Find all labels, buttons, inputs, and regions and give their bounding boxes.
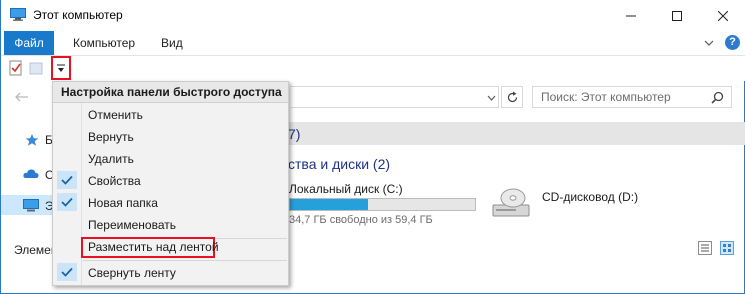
tab-computer[interactable]: Компьютер [62, 31, 146, 55]
maximize-icon [672, 10, 682, 21]
computer-icon [10, 8, 26, 21]
properties-icon[interactable] [9, 60, 23, 76]
menu-item-show-above-ribbon[interactable]: Разместить над лентой [83, 236, 287, 258]
minimize-button[interactable] [608, 0, 654, 31]
refresh-button[interactable] [501, 86, 523, 108]
menu-item-redo[interactable]: Вернуть [83, 126, 287, 148]
drive-c-usage-bar [289, 198, 476, 211]
drives-group-label: ства и диски (2) [288, 156, 391, 172]
details-view-icon[interactable] [698, 241, 712, 255]
search-input[interactable]: Поиск: Этот компьютер [532, 86, 732, 108]
folders-group-header[interactable] [287, 122, 745, 145]
window-title: Этот компьютер [33, 8, 123, 22]
menu-header: Настройка панели быстрого доступа [53, 82, 288, 103]
title-bar: Этот компьютер [1, 0, 745, 31]
address-bar[interactable] [291, 86, 499, 108]
chevron-down-icon[interactable] [704, 39, 714, 47]
tab-file[interactable]: Файл [4, 31, 54, 55]
quick-access-star-icon [25, 134, 39, 146]
check-new-folder-icon [57, 193, 77, 211]
menu-item-properties[interactable]: Свойства [83, 170, 287, 192]
drive-d-name[interactable]: CD-дисковод (D:) [542, 190, 638, 204]
check-properties-icon [57, 171, 77, 189]
search-icon[interactable] [711, 91, 724, 104]
menu-item-undo[interactable]: Отменить [83, 104, 287, 126]
drive-c-space: 34,7 ГБ свободно из 59,4 ГБ [289, 214, 433, 226]
minimize-icon [626, 15, 636, 16]
this-pc-icon [23, 199, 39, 212]
maximize-button[interactable] [654, 0, 700, 31]
menu-separator [83, 260, 287, 261]
address-dropdown-icon[interactable] [487, 95, 496, 101]
status-elements-count: Элемен [14, 243, 58, 257]
check-minimize-ribbon-icon [57, 263, 77, 281]
new-folder-icon[interactable] [29, 60, 43, 76]
ribbon-tabs: Файл Компьютер Вид ? [1, 31, 745, 55]
refresh-icon [507, 91, 518, 103]
cd-drive-icon[interactable] [491, 182, 535, 222]
drive-c-usage-fill [290, 199, 368, 210]
quick-access-toolbar [1, 55, 745, 81]
folders-group-count: 7) [288, 126, 301, 142]
onedrive-icon [23, 169, 39, 178]
back-arrow-icon[interactable] [15, 92, 29, 102]
close-button[interactable] [700, 0, 745, 31]
menu-item-delete[interactable]: Удалить [83, 148, 287, 170]
drive-c-name[interactable]: Локальный диск (C:) [289, 182, 403, 196]
menu-item-minimize-ribbon[interactable]: Свернуть ленту [83, 262, 287, 284]
qat-customize-menu: Настройка панели быстрого доступа Отмени… [52, 81, 289, 286]
tab-view[interactable]: Вид [150, 31, 194, 55]
menu-item-new-folder[interactable]: Новая папка [83, 192, 287, 214]
menu-item-rename[interactable]: Переименовать [83, 214, 287, 236]
help-icon[interactable]: ? [725, 35, 740, 50]
tiles-view-icon[interactable] [720, 241, 734, 255]
qat-dropdown-icon[interactable] [56, 64, 66, 73]
close-icon [718, 10, 728, 21]
